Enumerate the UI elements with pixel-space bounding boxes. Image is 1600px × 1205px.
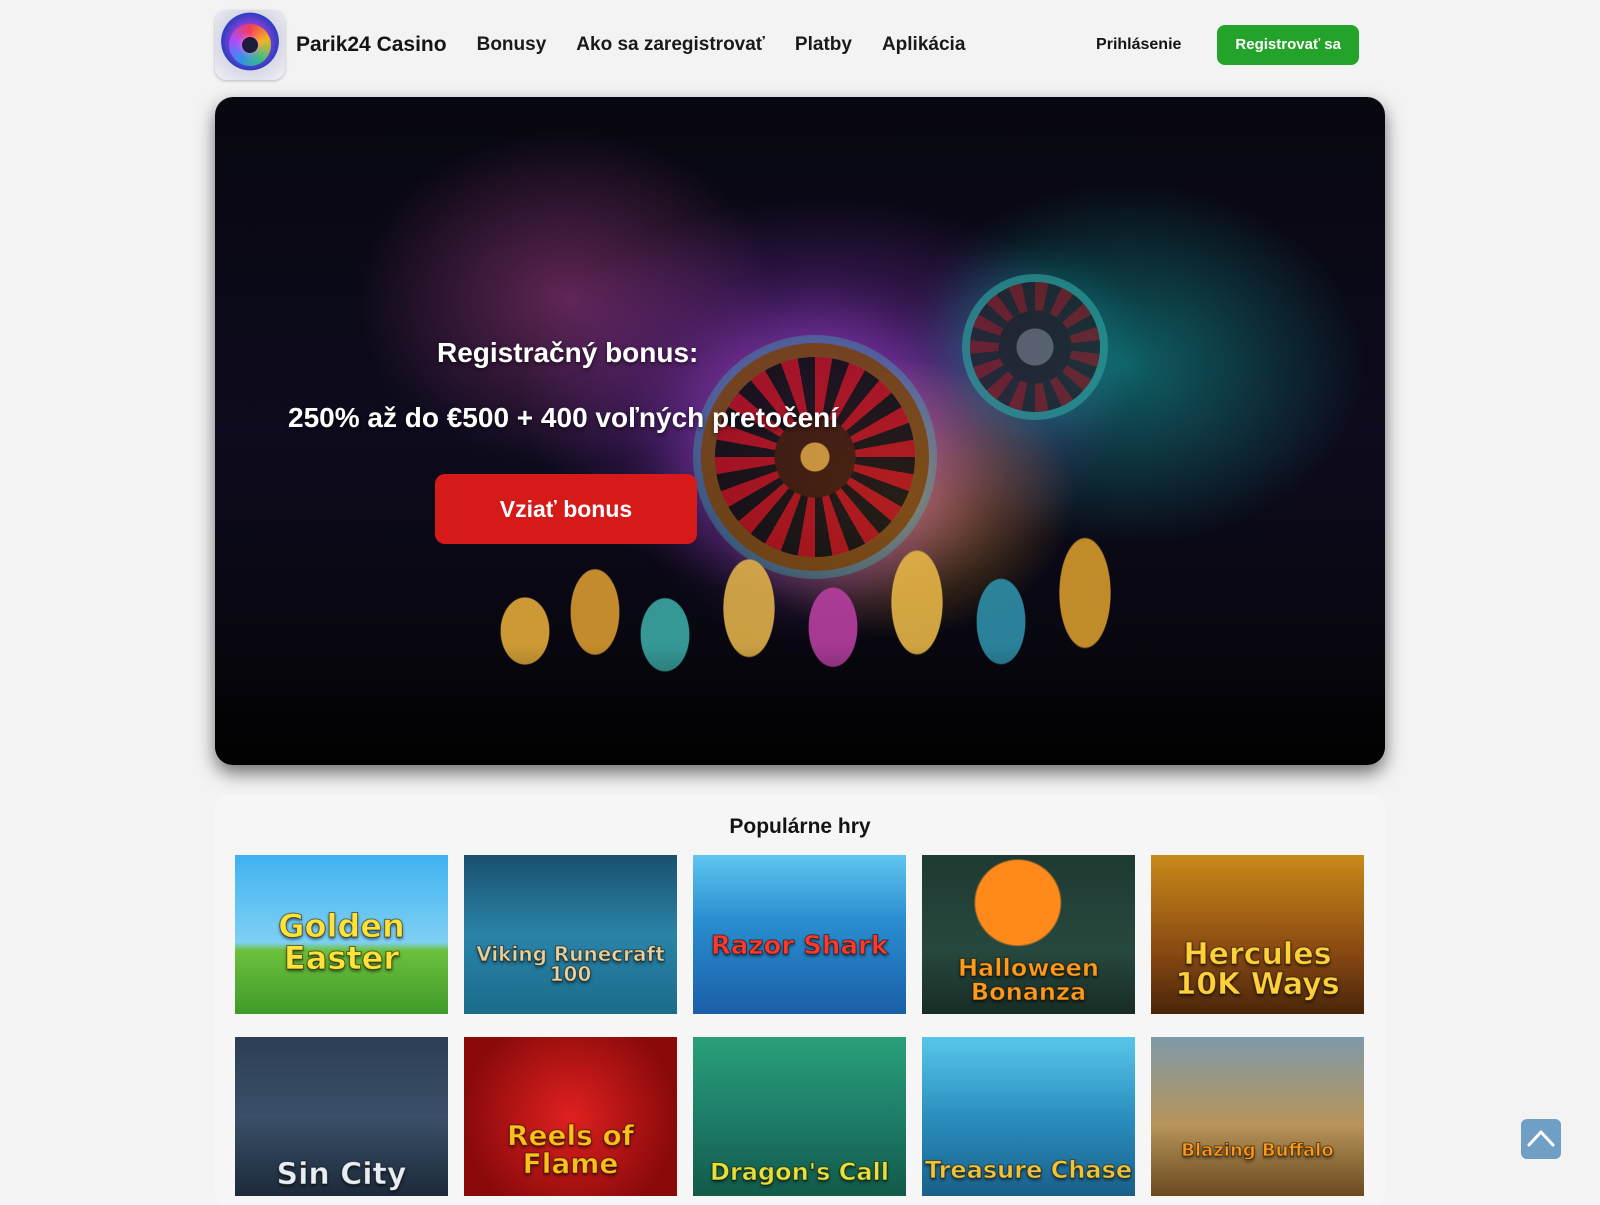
nav-item-payments[interactable]: Platby: [795, 34, 852, 56]
game-title: Treasure Chase: [924, 1156, 1133, 1184]
game-tile-halloween-bonanza[interactable]: Halloween Bonanza: [922, 855, 1135, 1014]
chevron-up-icon: [1527, 1130, 1555, 1147]
game-title: Viking Runecraft 100: [476, 942, 666, 986]
section-title: Populárne hry: [729, 815, 871, 838]
casino-logo-icon[interactable]: [215, 10, 285, 80]
back-to-top-button[interactable]: [1521, 1119, 1561, 1159]
nav-item-bonusy[interactable]: Bonusy: [477, 34, 547, 56]
register-button[interactable]: Registrovať sa: [1217, 25, 1359, 65]
hero-floor-shade: [215, 645, 1385, 765]
game-title: Reels of Flame: [507, 1119, 635, 1180]
game-tile-hercules[interactable]: Hercules 10K Ways: [1151, 855, 1364, 1014]
login-link[interactable]: Prihlásenie: [1096, 36, 1181, 54]
header-actions: Prihlásenie Registrovať sa: [1096, 25, 1385, 65]
game-title: Halloween Bonanza: [957, 954, 1100, 1006]
site-header: Parik24 Casino Bonusy Ako sa zaregistrov…: [215, 10, 1385, 80]
brand-name[interactable]: Parik24 Casino: [296, 33, 447, 57]
take-bonus-button[interactable]: Vziať bonus: [435, 474, 697, 544]
game-title: Golden Easter: [278, 907, 406, 977]
games-grid: Golden Easter Viking Runecraft 100 Razor…: [235, 855, 1364, 1196]
nav-item-app[interactable]: Aplikácia: [882, 34, 965, 56]
game-tile-sin-city[interactable]: Sin City: [235, 1037, 448, 1196]
game-title: Dragon's Call: [710, 1158, 890, 1186]
game-tile-viking-runecraft[interactable]: Viking Runecraft 100: [464, 855, 677, 1014]
game-tile-golden-easter[interactable]: Golden Easter: [235, 855, 448, 1014]
game-tile-dragons-call[interactable]: Dragon's Call: [693, 1037, 906, 1196]
popular-games-section: Populárne hry Golden Easter Viking Runec…: [215, 795, 1385, 1205]
game-tile-razor-shark[interactable]: Razor Shark: [693, 855, 906, 1014]
game-tile-reels-of-flame[interactable]: Reels of Flame: [464, 1037, 677, 1196]
game-tile-blazing-buffalo[interactable]: Blazing Buffalo: [1151, 1037, 1364, 1196]
hero-banner: Registračný bonus: 250% až do €500 + 400…: [215, 97, 1385, 765]
main-nav: Bonusy Ako sa zaregistrovať Platby Aplik…: [477, 34, 966, 56]
game-title: Razor Shark: [710, 931, 889, 961]
nav-item-registration-guide[interactable]: Ako sa zaregistrovať: [576, 34, 765, 56]
roulette-wheel-small-graphic: [970, 282, 1100, 412]
hero-title: Registračný bonus:: [437, 337, 699, 368]
game-title: Hercules 10K Ways: [1175, 937, 1340, 1002]
hero-bonus-offer: 250% až do €500 + 400 voľných pretočení: [288, 402, 839, 433]
game-tile-treasure-chase[interactable]: Treasure Chase: [922, 1037, 1135, 1196]
game-title: Sin City: [276, 1157, 407, 1192]
game-title: Blazing Buffalo: [1181, 1140, 1334, 1161]
